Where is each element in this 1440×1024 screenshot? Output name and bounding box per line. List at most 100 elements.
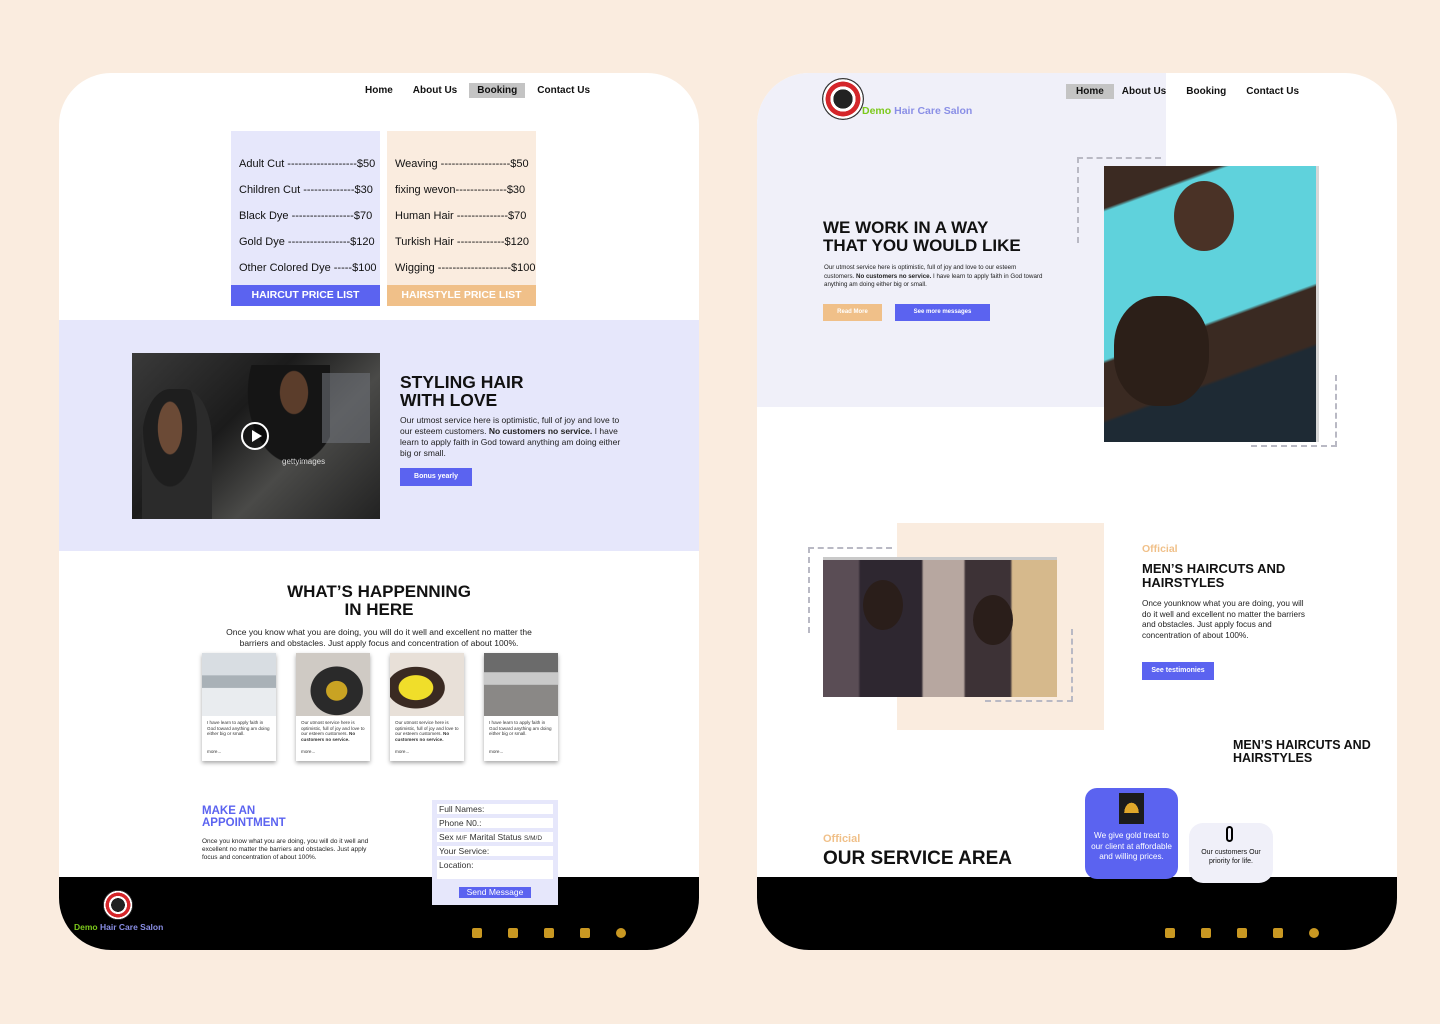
see-testimonies-button[interactable]: See testimonies — [1142, 662, 1214, 680]
hero-title: WE WORK IN A WAY THAT YOU WOULD LIKE — [823, 219, 1021, 255]
whatsapp-icon[interactable] — [1309, 928, 1319, 938]
bonus-yearly-button[interactable]: Bonus yearly — [400, 468, 472, 486]
gallery-card[interactable]: I have learn to apply faith in God towar… — [202, 653, 276, 761]
gallery-card-more[interactable]: more... — [484, 749, 558, 754]
sex-marital-field[interactable]: Sex M/F Marital Status S/M/D — [437, 832, 553, 842]
mens-title-line-1: MEN’S HAIRCUTS AND — [1142, 561, 1286, 576]
gallery-card-text: I have learn to apply faith in God towar… — [202, 716, 276, 749]
service-field[interactable]: Your Service: — [437, 846, 553, 856]
sex-label: Sex — [439, 832, 454, 842]
styling-text: Our utmost service here is optimistic, f… — [400, 415, 622, 459]
styling-text-bold: No customers no service. — [488, 426, 593, 437]
gallery-card-more[interactable]: more... — [296, 749, 370, 754]
gallery-card-text-a: I have learn to apply faith in God towar… — [207, 720, 270, 737]
salon-logo-icon[interactable] — [822, 78, 864, 120]
nav-booking[interactable]: Booking — [469, 83, 526, 98]
barber-hero-image — [1104, 166, 1319, 442]
footer: Demo Hair Care Salon — [59, 877, 699, 950]
haircut-price-list: Adult Cut -------------------$50 Childre… — [231, 131, 380, 306]
read-more-button[interactable]: Read More — [823, 304, 882, 321]
nav-home[interactable]: Home — [1066, 84, 1114, 99]
gold-treat-card: We give gold treat to our client at affo… — [1085, 788, 1178, 879]
gallery-card-text: I have learn to apply faith in God towar… — [484, 716, 558, 749]
hairstyle-price-label[interactable]: HAIRSTYLE PRICE LIST — [387, 285, 536, 306]
happening-title: WHAT’S HAPPENNING IN HERE — [219, 583, 539, 619]
service-area-title: OUR SERVICE AREA — [823, 848, 1012, 869]
stylist-image — [390, 653, 464, 716]
happening-title-line-1: WHAT’S HAPPENNING — [287, 582, 471, 601]
price-item: Human Hair --------------$70 — [395, 210, 527, 222]
twitter-icon[interactable] — [1273, 928, 1283, 938]
full-names-field[interactable]: Full Names: — [437, 804, 553, 814]
haircut-price-label[interactable]: HAIRCUT PRICE LIST — [231, 285, 380, 306]
footer — [757, 877, 1397, 950]
footer-brand: Demo Hair Care Salon — [74, 922, 163, 932]
play-icon[interactable] — [241, 422, 269, 450]
whatsapp-icon[interactable] — [616, 928, 626, 938]
social-links — [1165, 928, 1319, 938]
mens-title: MEN’S HAIRCUTS AND HAIRSTYLES — [1142, 562, 1285, 589]
instagram-icon[interactable] — [544, 928, 554, 938]
social-links — [472, 928, 626, 938]
styling-title-line-2: WITH LOVE — [400, 390, 498, 411]
header-brand: Demo Hair Care Salon — [862, 105, 972, 117]
location-field[interactable]: Location: — [437, 860, 553, 879]
styling-title: STYLING HAIR WITH LOVE — [400, 373, 523, 410]
nav-booking[interactable]: Booking — [1178, 84, 1234, 99]
facebook-icon[interactable] — [472, 928, 482, 938]
getty-watermark: gettyimages — [282, 457, 326, 466]
top-nav: Home About Us Booking Contact Us — [1066, 84, 1307, 99]
hero-title-line-2: THAT YOU WOULD LIKE — [823, 235, 1021, 255]
crown-icon — [1119, 793, 1144, 824]
see-more-messages-button[interactable]: See more messages — [895, 304, 990, 321]
facebook-icon[interactable] — [1165, 928, 1175, 938]
salon-logo-icon[interactable] — [103, 890, 133, 920]
mens-title-line-2: HAIRSTYLES — [1142, 574, 1225, 590]
mens-text: Once younknow what you are doing, you wi… — [1142, 599, 1305, 640]
price-item: fixing wevon--------------$30 — [395, 184, 526, 196]
price-item: Gold Dye -----------------$120 — [239, 236, 375, 248]
nav-about[interactable]: About Us — [1114, 84, 1174, 99]
home-page-mockup: Demo Hair Care Salon Home About Us Booki… — [757, 73, 1397, 950]
send-message-button[interactable]: Send Message — [459, 887, 531, 898]
nav-contact[interactable]: Contact Us — [1238, 84, 1307, 99]
appointment-text: Once you know what you are doing, you wi… — [202, 838, 369, 862]
top-nav: Home About Us Booking Contact Us — [357, 83, 598, 98]
salon-interior-image — [484, 653, 558, 716]
price-item: Adult Cut -------------------$50 — [239, 158, 376, 170]
phone-field[interactable]: Phone N0.: — [437, 818, 553, 828]
nav-about[interactable]: About Us — [405, 83, 465, 98]
gallery-card[interactable]: Our utmost service here is optimistic, f… — [390, 653, 464, 761]
location-pin-icon[interactable] — [1201, 928, 1211, 938]
salon-stylists-image — [823, 557, 1057, 697]
twitter-icon[interactable] — [580, 928, 590, 938]
customers-priority-card: Our customers Our priority for life. — [1189, 823, 1273, 883]
gallery-card-more[interactable]: more... — [202, 749, 276, 754]
instagram-icon[interactable] — [1237, 928, 1247, 938]
appointment-title-line-2: APPOINTMENT — [202, 817, 286, 830]
brand-name: Hair Care Salon — [894, 105, 973, 117]
price-item: Weaving -------------------$50 — [395, 158, 529, 170]
quote-icon — [1226, 826, 1233, 842]
appointment-title: MAKE AN APPOINTMENT — [202, 805, 286, 829]
hero-text: Our utmost service here is optimistic, f… — [824, 264, 1046, 290]
price-item: Children Cut --------------$30 — [239, 184, 373, 196]
location-pin-icon[interactable] — [508, 928, 518, 938]
service-official-label: Official — [823, 833, 861, 845]
happening-title-line-2: IN HERE — [344, 599, 414, 619]
hero-text-bold: No customers no service. — [855, 272, 932, 280]
gold-treat-text: We give gold treat to our client at affo… — [1091, 831, 1172, 862]
hero-title-line-1: WE WORK IN A WAY — [823, 218, 989, 237]
stylist-image — [296, 653, 370, 716]
price-item: Black Dye -----------------$70 — [239, 210, 373, 222]
gallery-card[interactable]: Our utmost service here is optimistic, f… — [296, 653, 370, 761]
appointment-form: Full Names: Phone N0.: Sex M/F Marital S… — [432, 800, 558, 905]
gallery-card[interactable]: I have learn to apply faith in God towar… — [484, 653, 558, 761]
mens2-title-line-2: HAIRSTYLES — [1233, 751, 1313, 766]
styling-video-thumbnail[interactable]: gettyimages — [132, 353, 380, 519]
nav-contact[interactable]: Contact Us — [529, 83, 598, 98]
nav-home[interactable]: Home — [357, 83, 401, 98]
gallery-card-more[interactable]: more... — [390, 749, 464, 754]
happening-text: Once you know what you are doing, you wi… — [226, 627, 532, 649]
gallery-card-text-a: I have learn to apply faith in God towar… — [489, 720, 552, 737]
